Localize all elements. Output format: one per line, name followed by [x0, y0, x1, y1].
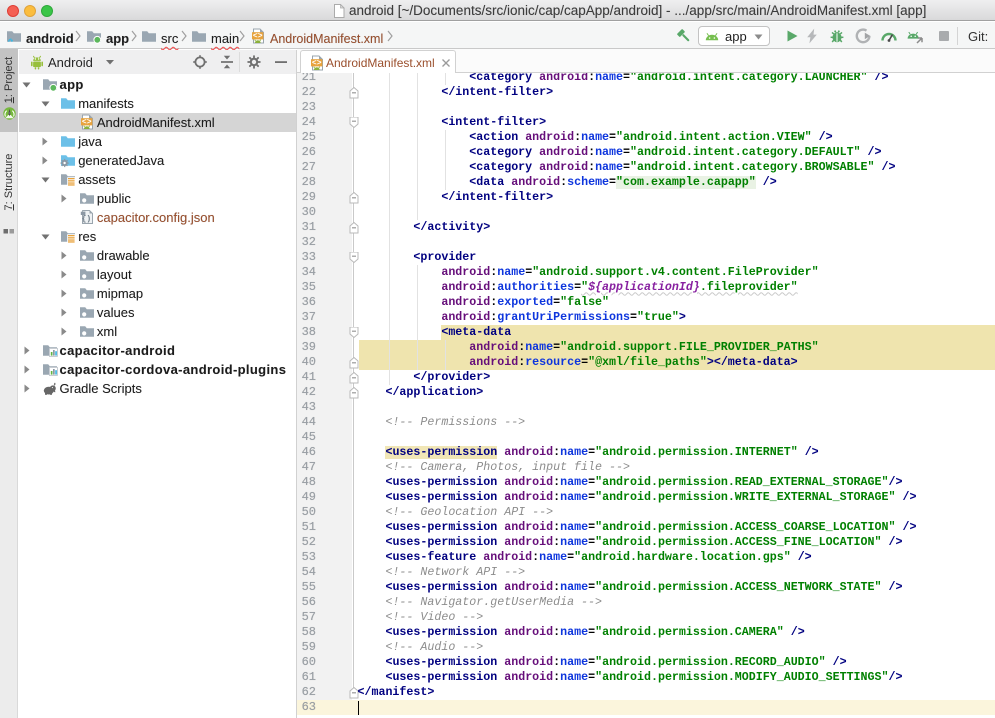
svg-text:{): {) — [81, 215, 91, 224]
svg-text:<>: <> — [82, 118, 92, 127]
svg-text:<>: <> — [312, 59, 322, 68]
svg-text:<>: <> — [253, 32, 263, 41]
